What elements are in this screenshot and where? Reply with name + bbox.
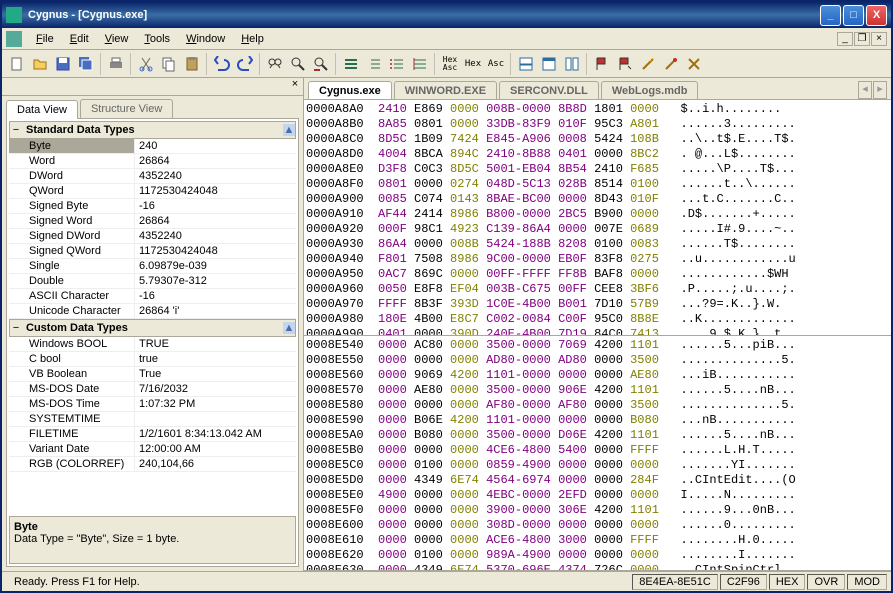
menu-bar: FileEditViewToolsWindowHelp _ ❐ ×: [2, 28, 891, 50]
data-row[interactable]: DWord4352240: [9, 169, 296, 184]
window1-icon[interactable]: [515, 53, 537, 75]
mdi-restore[interactable]: ❐: [854, 32, 870, 46]
copy-icon[interactable]: [158, 53, 180, 75]
menu-view[interactable]: View: [97, 31, 137, 47]
data-row[interactable]: Byte240: [9, 139, 296, 154]
save-icon[interactable]: [52, 53, 74, 75]
undo-icon[interactable]: [211, 53, 233, 75]
data-row[interactable]: Unicode Character26864 'i': [9, 304, 296, 319]
collapse-icon[interactable]: −: [10, 322, 22, 334]
file-tab[interactable]: SERCONV.DLL: [499, 81, 599, 99]
maximize-button[interactable]: □: [843, 5, 864, 26]
minimize-button[interactable]: _: [820, 5, 841, 26]
list4-icon[interactable]: [409, 53, 431, 75]
hex-asc-icon[interactable]: HexAsc: [439, 53, 461, 75]
asc-icon[interactable]: Asc: [485, 53, 507, 75]
hex-pane-top[interactable]: 0000A8A0 2410 E869 0000 008B-0000 8B8D 1…: [304, 100, 891, 336]
data-row[interactable]: Signed DWord4352240: [9, 229, 296, 244]
menu-window[interactable]: Window: [178, 31, 233, 47]
menu-tools[interactable]: Tools: [136, 31, 178, 47]
data-row[interactable]: Signed QWord1172530424048: [9, 244, 296, 259]
data-row[interactable]: QWord1172530424048: [9, 184, 296, 199]
status-message: Ready. Press F1 for Help.: [6, 576, 148, 588]
mdi-minimize[interactable]: _: [837, 32, 853, 46]
data-row[interactable]: Word26864: [9, 154, 296, 169]
title-bar: Cygnus - [Cygnus.exe] _ □ X: [2, 2, 891, 28]
status-bar: Ready. Press F1 for Help. 8E4EA-8E51C C2…: [2, 571, 891, 591]
tab-data-view[interactable]: Data View: [6, 100, 78, 119]
flag2-icon[interactable]: [614, 53, 636, 75]
new-icon[interactable]: [6, 53, 28, 75]
data-row[interactable]: Double5.79307e-312: [9, 274, 296, 289]
status-mode-mod: MOD: [847, 574, 887, 590]
save-all-icon[interactable]: [75, 53, 97, 75]
find-next-icon[interactable]: [287, 53, 309, 75]
mdi-icon[interactable]: [6, 31, 22, 47]
data-row[interactable]: RGB (COLORREF)240,104,66: [9, 457, 296, 472]
data-row[interactable]: Single6.09879e-039: [9, 259, 296, 274]
flag1-icon[interactable]: [591, 53, 613, 75]
cut-icon[interactable]: [135, 53, 157, 75]
menu-file[interactable]: File: [28, 31, 62, 47]
data-row[interactable]: SYSTEMTIME: [9, 412, 296, 427]
close-button[interactable]: X: [866, 5, 887, 26]
replace-icon[interactable]: [310, 53, 332, 75]
hex-icon[interactable]: Hex: [462, 53, 484, 75]
status-range: 8E4EA-8E51C: [632, 574, 718, 590]
find-icon[interactable]: [264, 53, 286, 75]
list3-icon[interactable]: [386, 53, 408, 75]
data-row[interactable]: C booltrue: [9, 352, 296, 367]
tab-next-icon[interactable]: ▸: [873, 81, 887, 99]
list2-icon[interactable]: [363, 53, 385, 75]
paste-icon[interactable]: [181, 53, 203, 75]
app-icon: [6, 7, 22, 23]
data-row[interactable]: Variant Date12:00:00 AM: [9, 442, 296, 457]
data-type-info: Byte Data Type = "Byte", Size = 1 byte.: [9, 516, 296, 564]
right-panel: Cygnus.exeWINWORD.EXESERCONV.DLLWebLogs.…: [304, 78, 891, 571]
print-icon[interactable]: [105, 53, 127, 75]
data-row[interactable]: VB BooleanTrue: [9, 367, 296, 382]
wand2-icon[interactable]: [660, 53, 682, 75]
scroll-up-icon[interactable]: ▲: [283, 322, 295, 334]
data-row[interactable]: ASCII Character-16: [9, 289, 296, 304]
data-row[interactable]: MS-DOS Date7/16/2032: [9, 382, 296, 397]
menu-edit[interactable]: Edit: [62, 31, 97, 47]
open-icon[interactable]: [29, 53, 51, 75]
hex-pane-bottom[interactable]: 0008E540 0000 AC80 0000 3500-0000 7069 4…: [304, 336, 891, 572]
panel-close-icon[interactable]: ×: [287, 78, 303, 94]
status-checksum: C2F96: [720, 574, 767, 590]
toolbar: HexAsc Hex Asc: [2, 50, 891, 78]
redo-icon[interactable]: [234, 53, 256, 75]
menu-help[interactable]: Help: [233, 31, 272, 47]
data-row[interactable]: FILETIME1/2/1601 8:34:13.042 AM: [9, 427, 296, 442]
status-mode-hex: HEX: [769, 574, 806, 590]
status-mode-ovr: OVR: [807, 574, 845, 590]
file-tab[interactable]: WINWORD.EXE: [394, 81, 497, 99]
left-panel: × Data ViewStructure View −Standard Data…: [2, 78, 304, 571]
tab-prev-icon[interactable]: ◂: [858, 81, 872, 99]
list1-icon[interactable]: [340, 53, 362, 75]
scroll-up-icon[interactable]: ▲: [283, 124, 295, 136]
tab-structure-view[interactable]: Structure View: [80, 99, 173, 118]
window-title: Cygnus - [Cygnus.exe]: [28, 9, 820, 21]
window3-icon[interactable]: [561, 53, 583, 75]
data-row[interactable]: Windows BOOLTRUE: [9, 337, 296, 352]
data-row[interactable]: Signed Byte-16: [9, 199, 296, 214]
data-row[interactable]: MS-DOS Time1:07:32 PM: [9, 397, 296, 412]
window2-icon[interactable]: [538, 53, 560, 75]
file-tab[interactable]: WebLogs.mdb: [601, 81, 699, 99]
wand3-icon[interactable]: [683, 53, 705, 75]
wand1-icon[interactable]: [637, 53, 659, 75]
collapse-icon[interactable]: −: [10, 124, 22, 136]
mdi-close[interactable]: ×: [871, 32, 887, 46]
data-row[interactable]: Signed Word26864: [9, 214, 296, 229]
file-tab[interactable]: Cygnus.exe: [308, 81, 392, 99]
